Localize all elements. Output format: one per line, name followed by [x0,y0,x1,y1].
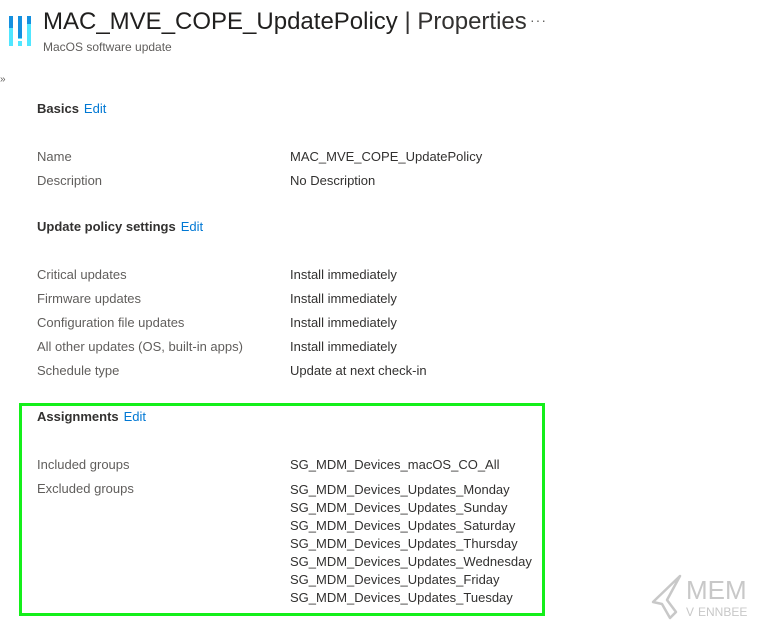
schedule-type-value: Update at next check-in [290,363,427,378]
excluded-group-item: SG_MDM_Devices_Updates_Thursday [290,536,518,551]
software-update-icon [9,16,31,46]
update-policy-section-title: Update policy settings Edit [37,219,203,234]
watermark-logo: MEM V ENNBEE [651,574,747,620]
name-value: MAC_MVE_COPE_UpdatePolicy [290,149,483,164]
excluded-groups-list: SG_MDM_Devices_Updates_Monday SG_MDM_Dev… [290,481,532,607]
config-file-updates-value: Install immediately [290,315,397,330]
basics-heading: Basics [37,101,79,116]
config-file-updates-label: Configuration file updates [37,315,185,330]
firmware-updates-label: Firmware updates [37,291,142,306]
policy-name-title: MAC_MVE_COPE_UpdatePolicy [43,8,398,35]
more-options-icon[interactable]: ··· [530,12,547,28]
name-label: Name [37,149,72,164]
excluded-group-item: SG_MDM_Devices_Updates_Wednesday [290,554,532,569]
assignments-edit-link[interactable]: Edit [124,409,146,424]
paper-plane-icon [651,574,682,620]
firmware-updates-value: Install immediately [290,291,397,306]
description-value: No Description [290,173,376,188]
excluded-group-item: SG_MDM_Devices_Updates_Tuesday [290,590,513,605]
basics-section-title: Basics Edit [37,101,106,116]
title-separator: | [404,8,411,35]
schedule-type-label: Schedule type [37,363,120,378]
excluded-group-item: SG_MDM_Devices_Updates_Saturday [290,518,516,533]
basics-edit-link[interactable]: Edit [84,101,106,116]
included-group-item: SG_MDM_Devices_macOS_CO_All [290,457,500,472]
expand-sidebar-icon[interactable]: » [0,74,6,85]
page-subtitle: MacOS software update [43,40,172,54]
critical-updates-value: Install immediately [290,267,397,282]
description-label: Description [37,173,103,188]
update-policy-edit-link[interactable]: Edit [181,219,203,234]
critical-updates-label: Critical updates [37,267,127,282]
excluded-group-item: SG_MDM_Devices_Updates_Monday [290,482,510,497]
watermark-v: V [686,605,694,619]
included-groups-label: Included groups [37,457,130,472]
page-header: MAC_MVE_COPE_UpdatePolicy | Properties M… [0,0,765,60]
assignments-heading: Assignments [37,409,119,424]
other-updates-value: Install immediately [290,339,397,354]
excluded-groups-label: Excluded groups [37,481,134,496]
other-updates-label: All other updates (OS, built-in apps) [37,339,243,354]
update-policy-heading: Update policy settings [37,219,176,234]
page-subpage-title: Properties [417,8,527,35]
watermark-text-mem: MEM [686,575,747,605]
watermark-text-ennbee: ENNBEE [698,605,747,619]
excluded-group-item: SG_MDM_Devices_Updates_Sunday [290,500,508,515]
page-title: MAC_MVE_COPE_UpdatePolicy | Properties [43,8,527,36]
excluded-group-item: SG_MDM_Devices_Updates_Friday [290,572,500,587]
assignments-section-title: Assignments Edit [37,409,146,424]
